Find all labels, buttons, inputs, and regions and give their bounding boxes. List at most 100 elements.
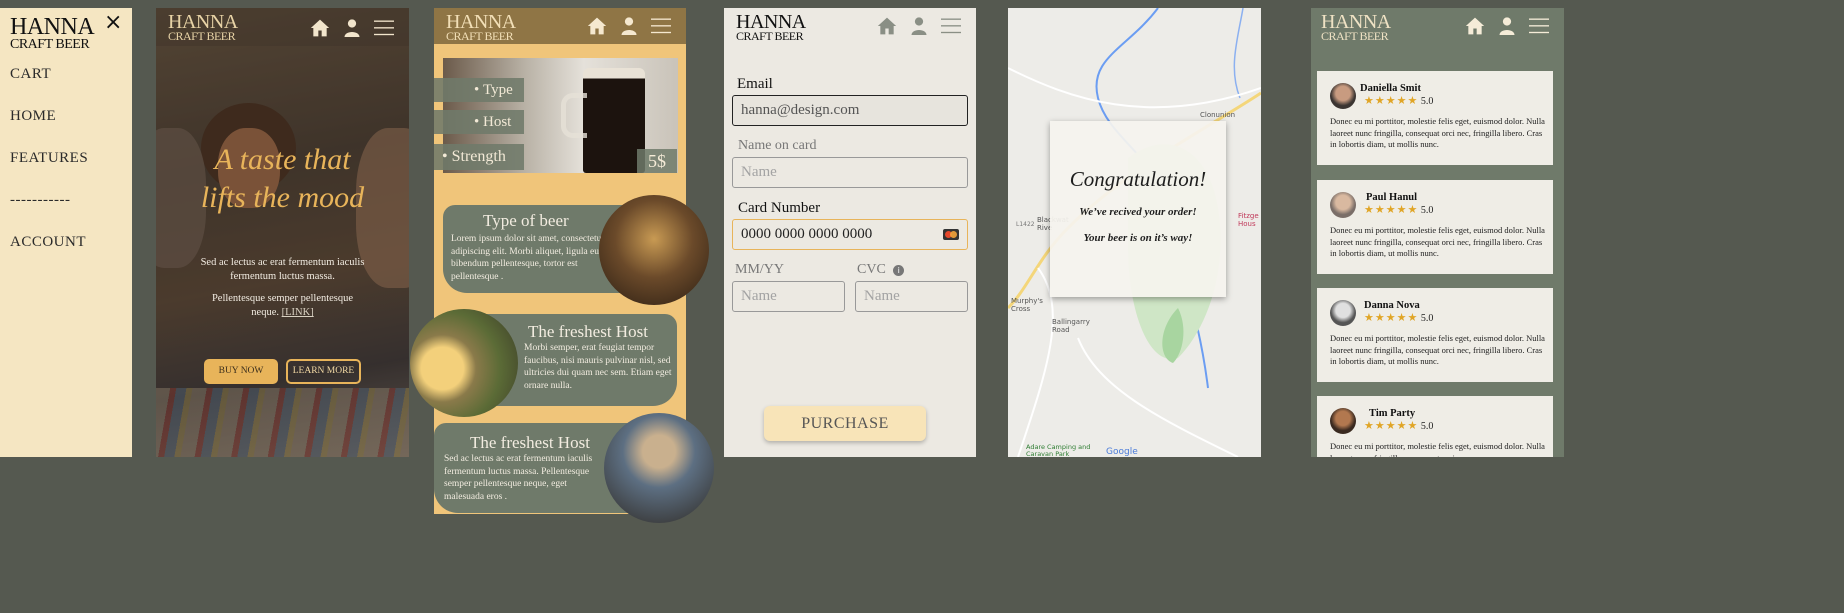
confirmation-line2: Your beer is on it’s way! bbox=[1083, 232, 1193, 244]
map-label-adare-camping: Adare Camping and Caravan Park bbox=[1026, 443, 1091, 458]
hero-screen: HANNA CRAFT BEER A taste that lifts the … bbox=[156, 8, 409, 457]
menu-item-home[interactable]: HOME bbox=[10, 108, 88, 150]
home-icon[interactable] bbox=[876, 16, 898, 36]
hero-text-2: Pellentesque semper pellentesque neque. … bbox=[198, 292, 367, 320]
menu-list: CART HOME FEATURES ----------- ACCOUNT bbox=[10, 66, 88, 276]
card-title: Type of beer bbox=[483, 211, 569, 230]
buy-now-button[interactable]: BUY NOW bbox=[204, 359, 278, 384]
review-text: Donec eu mi porttitor, molestie felis eg… bbox=[1330, 441, 1545, 457]
expiry-field[interactable]: Name bbox=[732, 281, 845, 312]
email-field[interactable]: hanna@design.com bbox=[732, 95, 968, 126]
rating-score: 5.0 bbox=[1420, 421, 1434, 432]
monk-with-beer-photo bbox=[604, 413, 714, 523]
rating-score: 5.0 bbox=[1420, 313, 1434, 324]
rating: ★★★★★ 5.0 bbox=[1364, 311, 1433, 324]
review-card[interactable]: Tim Party ★★★★★ 5.0 Donec eu mi porttito… bbox=[1317, 396, 1553, 457]
cvc-label-wrap: CVC i bbox=[857, 262, 905, 278]
bullet-host: • Host bbox=[434, 110, 524, 134]
brand-line2: CRAFT BEER bbox=[446, 29, 514, 43]
nav-icons bbox=[309, 18, 395, 38]
confirmation-title: Congratulation! bbox=[1069, 167, 1207, 191]
home-icon[interactable] bbox=[1464, 16, 1486, 36]
card-title: The freshest Host bbox=[528, 322, 648, 341]
hero-headline-line2: lifts the mood bbox=[200, 181, 365, 214]
cvc-label: CVC bbox=[857, 262, 886, 277]
card-text: Sed ac lectus ac erat fermentum iaculis … bbox=[444, 454, 593, 502]
info-icon[interactable]: i bbox=[893, 265, 905, 276]
menu-item-account[interactable]: ACCOUNT bbox=[10, 234, 88, 276]
reviews-screen: HANNA CRAFT BEER Daniella Smit ★★★★★ 5.0… bbox=[1311, 8, 1564, 457]
brand-logo[interactable]: HANNA CRAFT BEER bbox=[736, 11, 806, 42]
reviewer-name: Danna Nova bbox=[1364, 300, 1420, 311]
menu-item-cart[interactable]: CART bbox=[10, 66, 88, 108]
brand-line2: CRAFT BEER bbox=[10, 37, 90, 53]
brand-logo[interactable]: HANNA CRAFT BEER bbox=[446, 11, 516, 43]
hero-headline-line1: A taste that bbox=[214, 143, 351, 176]
learn-more-button[interactable]: LEARN MORE bbox=[286, 359, 361, 384]
reviewer-name: Tim Party bbox=[1369, 408, 1416, 419]
hops-beer-photo bbox=[410, 309, 518, 417]
map-label-fitzgerald: Fitzge Hous bbox=[1238, 212, 1259, 228]
brand-logo[interactable]: HANNA CRAFT BEER bbox=[168, 11, 238, 42]
card-title: The freshest Host bbox=[470, 433, 590, 452]
confirmation-screen: Clonunion Fitzge Hous Blackwat Rive Murp… bbox=[1008, 8, 1261, 457]
brand-line1: HANNA bbox=[446, 11, 516, 33]
user-icon[interactable] bbox=[1498, 16, 1516, 36]
cvc-field[interactable]: Name bbox=[855, 281, 968, 312]
brand-logo[interactable]: HANNA CRAFT BEER bbox=[1321, 11, 1391, 42]
mmyy-label: MM/YY bbox=[735, 262, 785, 277]
features-screen: HANNA CRAFT BEER • Type • Host • Strengt… bbox=[410, 8, 714, 523]
review-card[interactable]: Danna Nova ★★★★★ 5.0 Donec eu mi porttit… bbox=[1317, 288, 1553, 382]
rating: ★★★★★ 5.0 bbox=[1364, 203, 1433, 216]
hamburger-menu-icon[interactable] bbox=[1528, 16, 1550, 36]
menu-item-features[interactable]: FEATURES bbox=[10, 150, 88, 192]
hamburger-menu-icon[interactable] bbox=[373, 18, 395, 38]
hamburger-menu-icon[interactable] bbox=[940, 16, 962, 36]
star-rating-icon: ★★★★★ bbox=[1364, 95, 1419, 107]
review-card[interactable]: Paul Hanul ★★★★★ 5.0 Donec eu mi porttit… bbox=[1317, 180, 1553, 274]
rating-score: 5.0 bbox=[1420, 205, 1434, 216]
close-icon[interactable]: × bbox=[104, 10, 122, 35]
avatar bbox=[1330, 408, 1356, 434]
review-card[interactable]: Daniella Smit ★★★★★ 5.0 Donec eu mi port… bbox=[1317, 71, 1553, 165]
map-label-clonunion: Clonunion bbox=[1200, 111, 1236, 119]
home-icon[interactable] bbox=[586, 16, 608, 36]
hamburger-menu-icon[interactable] bbox=[650, 16, 672, 36]
purchase-button[interactable]: PURCHASE bbox=[764, 406, 926, 441]
user-icon[interactable] bbox=[620, 16, 638, 36]
avatar bbox=[1330, 192, 1356, 218]
nav-icons bbox=[1464, 16, 1550, 36]
bullet-strength: • Strength bbox=[434, 144, 524, 170]
star-rating-icon: ★★★★★ bbox=[1364, 420, 1419, 432]
hero-link[interactable]: [LINK] bbox=[282, 307, 314, 318]
home-icon[interactable] bbox=[309, 18, 331, 38]
rating-score: 5.0 bbox=[1420, 96, 1434, 107]
menu-screen: HANNA CRAFT BEER × CART HOME FEATURES --… bbox=[0, 8, 132, 457]
nav-icons bbox=[586, 16, 672, 36]
credit-card-icon bbox=[943, 229, 959, 240]
user-icon[interactable] bbox=[910, 16, 928, 36]
review-text: Donec eu mi porttitor, molestie felis eg… bbox=[1330, 225, 1545, 258]
name-on-card-field[interactable]: Name bbox=[732, 157, 968, 188]
email-label: Email bbox=[737, 76, 773, 92]
brand-line1: HANNA bbox=[736, 11, 806, 33]
review-text: Donec eu mi porttitor, molestie felis eg… bbox=[1330, 116, 1545, 149]
reviewer-name: Paul Hanul bbox=[1366, 192, 1418, 203]
map-label-road-number: L1422 bbox=[1016, 221, 1035, 228]
hero-text-1: Sed ac lectus ac erat fermentum iaculis … bbox=[200, 257, 365, 282]
beer-glass-photo bbox=[583, 68, 645, 173]
checkout-screen: HANNA CRAFT BEER Email hanna@design.com … bbox=[724, 8, 976, 457]
card-text: Lorem ipsum dolor sit amet, consectetur … bbox=[451, 234, 605, 282]
name-on-card-label: Name on card bbox=[738, 138, 817, 153]
brand-line1: HANNA bbox=[168, 11, 238, 33]
confirmation-modal: Congratulation! We’ve recived your order… bbox=[1050, 121, 1226, 297]
star-rating-icon: ★★★★★ bbox=[1364, 204, 1419, 216]
user-icon[interactable] bbox=[343, 18, 361, 38]
brand-line1: HANNA bbox=[10, 14, 95, 40]
card-number-field[interactable]: 0000 0000 0000 0000 bbox=[732, 219, 968, 250]
avatar bbox=[1330, 83, 1356, 109]
review-text: Donec eu mi porttitor, molestie felis eg… bbox=[1330, 333, 1545, 366]
brand-logo[interactable]: HANNA CRAFT BEER bbox=[10, 14, 95, 53]
brand-line1: HANNA bbox=[1321, 11, 1391, 33]
avatar bbox=[1330, 300, 1356, 326]
